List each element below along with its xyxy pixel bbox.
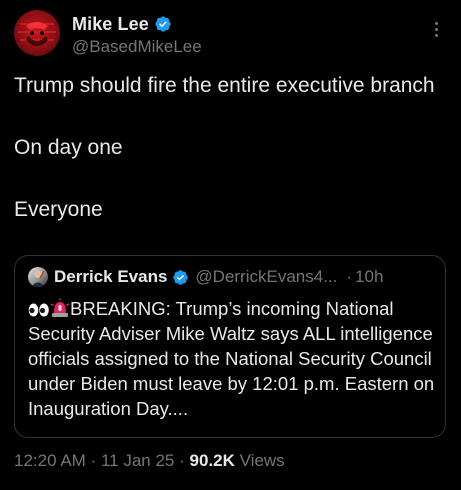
quoted-tweet-body: BREAKING: Trump’s incoming National Secu… — [28, 298, 435, 419]
author-display-name[interactable]: Mike Lee — [72, 14, 149, 35]
tweet-line: On day one — [14, 136, 123, 159]
quoted-author-display-name[interactable]: Derrick Evans — [54, 267, 167, 287]
tweet-text: Trump should fire the entire executive b… — [14, 72, 449, 224]
eyes-emoji — [28, 303, 49, 317]
quoted-tweet-card[interactable]: Derrick Evans @DerrickEvans4... · 10h BR… — [14, 255, 446, 438]
author-name-row: Mike Lee — [72, 13, 172, 35]
tweet-header: Mike Lee @BasedMikeLee — [0, 0, 461, 64]
tweet-line: Trump should fire the entire executive b… — [14, 74, 435, 97]
tweet-time[interactable]: 12:20 AM — [14, 451, 86, 470]
views-label: Views — [239, 451, 285, 470]
views-count[interactable]: 90.2K — [190, 451, 235, 470]
tweet-date[interactable]: 11 Jan 25 — [101, 451, 174, 470]
quoted-author-avatar[interactable] — [28, 267, 48, 287]
verified-badge-icon — [155, 16, 171, 32]
separator-dot: · — [90, 451, 97, 470]
tweet-line: Everyone — [14, 198, 103, 221]
author-handle[interactable]: @BasedMikeLee — [72, 37, 202, 57]
verified-badge-icon — [173, 269, 189, 285]
tweet-metadata: 12:20 AM · 11 Jan 25 · 90.2K Views — [14, 451, 285, 471]
more-vertical-icon[interactable] — [434, 22, 440, 42]
quoted-tweet-header: Derrick Evans @DerrickEvans4... · 10h — [28, 266, 383, 288]
quoted-author-handle[interactable]: @DerrickEvans4... — [195, 267, 337, 287]
quoted-tweet-text: BREAKING: Trump’s incoming National Secu… — [28, 296, 436, 421]
quoted-tweet-time[interactable]: 10h — [355, 267, 383, 287]
author-avatar[interactable] — [14, 10, 60, 56]
separator-dot: · — [346, 267, 353, 286]
separator-dot: · — [179, 451, 185, 470]
siren-emoji — [50, 298, 70, 317]
